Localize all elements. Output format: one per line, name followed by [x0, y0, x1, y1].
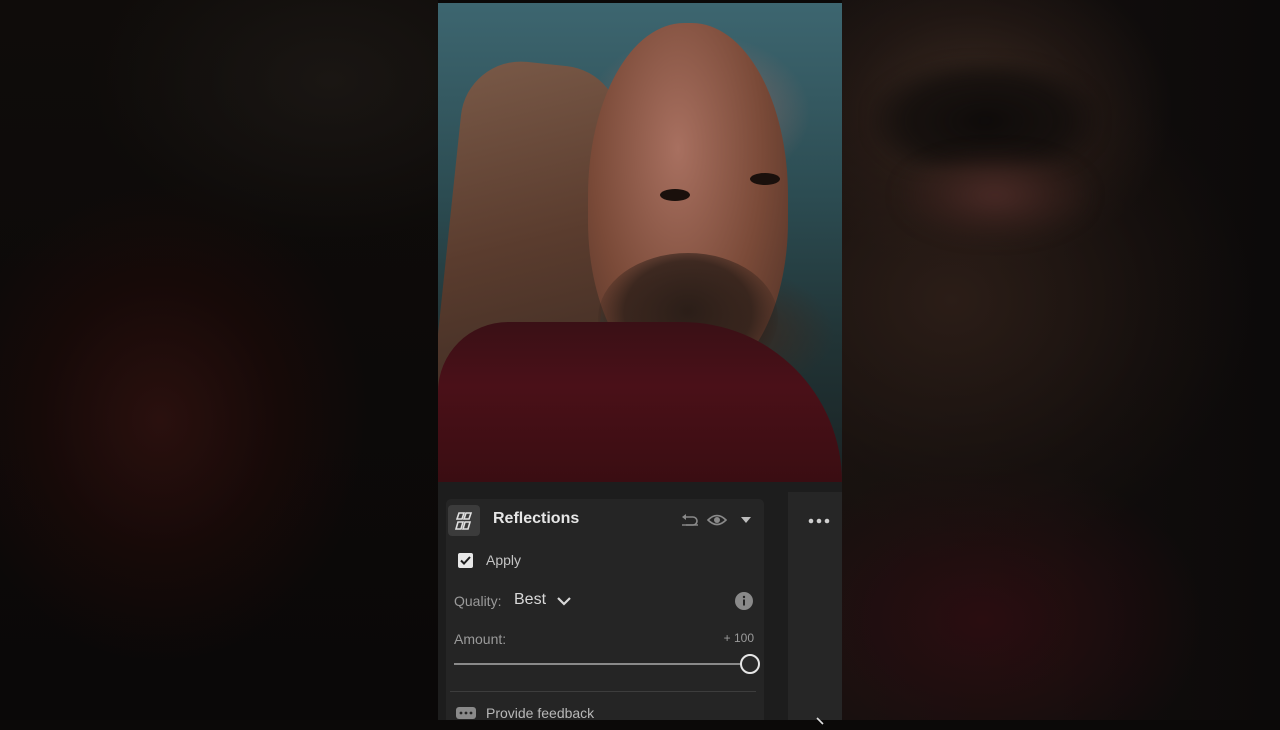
photo-eye — [660, 189, 690, 201]
apply-label[interactable]: Apply — [486, 552, 521, 568]
info-icon[interactable] — [735, 592, 753, 615]
mouse-cursor-icon — [816, 712, 824, 730]
backdrop-left — [0, 0, 438, 720]
photo-eye — [750, 173, 780, 185]
chevron-down-icon[interactable] — [556, 594, 572, 612]
amount-label: Amount: — [454, 631, 507, 647]
eye-icon[interactable] — [707, 510, 727, 530]
portrait-photo — [438, 3, 842, 482]
reflections-panel — [446, 499, 764, 720]
quality-select[interactable]: Best — [514, 591, 546, 609]
section-divider — [450, 691, 756, 692]
amount-slider-track[interactable] — [454, 663, 750, 665]
photo-shirt — [438, 322, 842, 482]
feedback-icon[interactable] — [456, 707, 476, 726]
panel-title: Reflections — [493, 510, 580, 527]
amount-value[interactable]: + 100 — [724, 631, 754, 645]
more-icon[interactable] — [806, 512, 832, 530]
amount-slider-thumb[interactable] — [740, 654, 760, 674]
apply-checkbox[interactable] — [458, 553, 473, 568]
video-frame: Reflections Apply Quality: Best Amount: … — [438, 0, 842, 725]
chevron-down-icon[interactable] — [736, 510, 756, 530]
quality-label: Quality: — [454, 593, 502, 609]
provide-feedback-link[interactable]: Provide feedback — [486, 705, 594, 721]
reflections-icon — [448, 505, 480, 536]
backdrop-face-detail — [900, 150, 1090, 240]
reset-icon[interactable] — [680, 510, 700, 530]
